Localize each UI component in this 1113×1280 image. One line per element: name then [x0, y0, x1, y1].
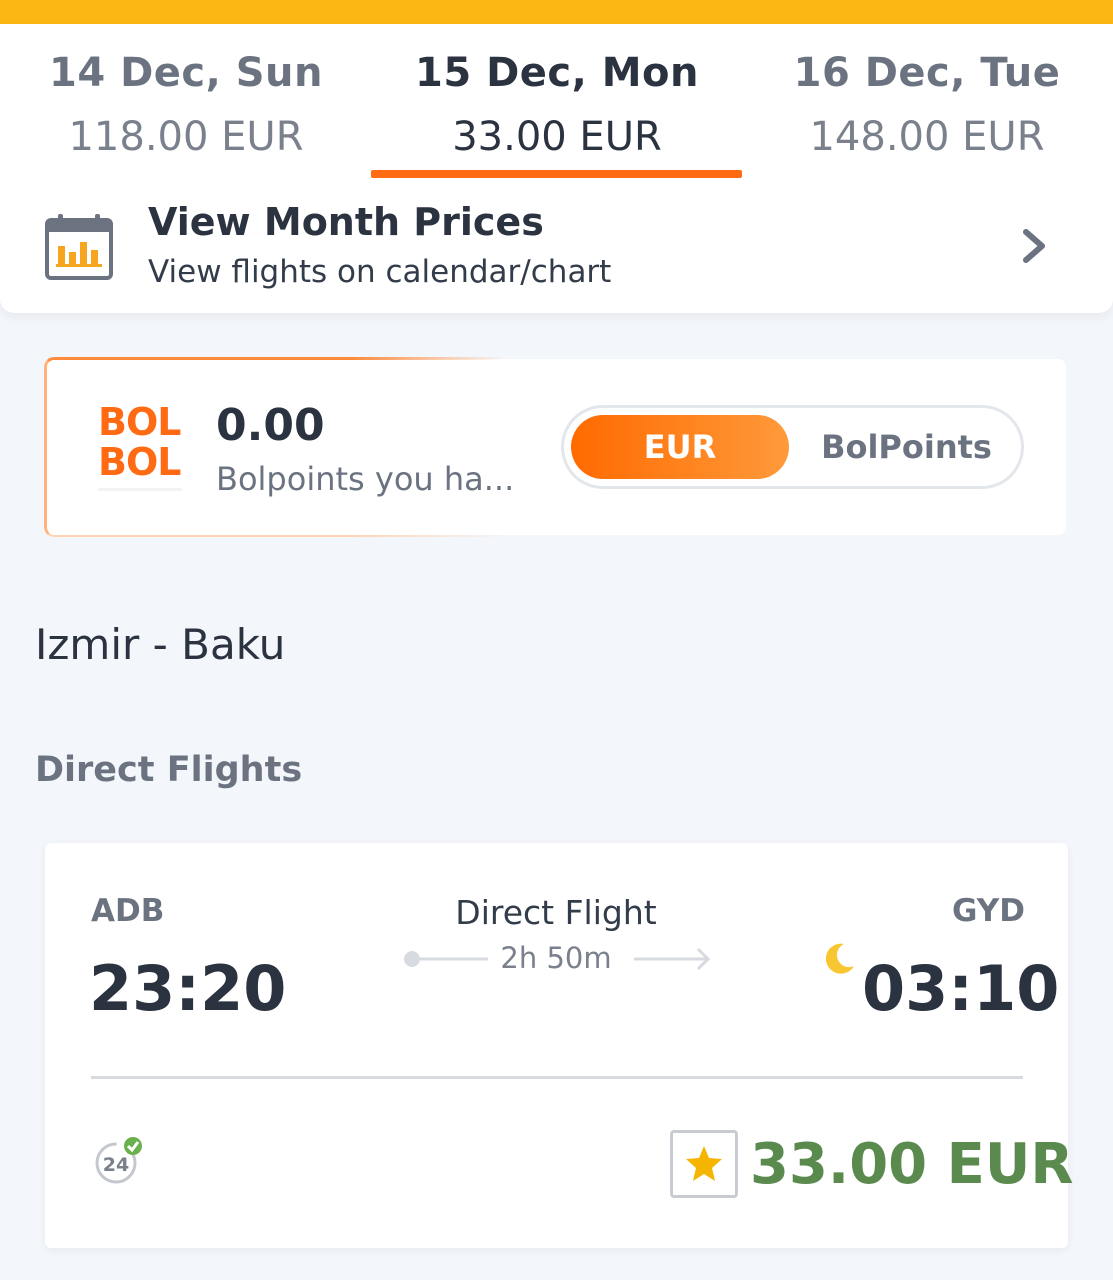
arrival-code: GYD [952, 893, 1025, 929]
departure-time: 23:20 [89, 952, 287, 1025]
favorite-button[interactable] [670, 1130, 738, 1198]
logo-line: BOL [98, 400, 181, 444]
toggle-eur-button[interactable]: EUR [571, 415, 789, 479]
moon-icon [825, 943, 854, 974]
date-label: 15 Dec, Mon [414, 50, 699, 96]
svg-text:24: 24 [103, 1154, 129, 1176]
date-label: 14 Dec, Sun [48, 50, 323, 96]
date-header-card: 14 Dec, Sun 118.00 EUR 15 Dec, Mon 33.00… [0, 24, 1113, 313]
date-label: 16 Dec, Tue [793, 50, 1061, 96]
date-tab-next[interactable]: 16 Dec, Tue 148.00 EUR [741, 50, 1113, 160]
top-status-strip [0, 0, 1113, 24]
24h-support-icon: 24 [95, 1137, 142, 1184]
currency-toggle: EUR BolPoints [561, 405, 1024, 489]
departure-code: ADB [91, 893, 165, 929]
date-price: 148.00 EUR [809, 114, 1045, 160]
flight-price: 33.00 EUR [750, 1132, 1074, 1197]
logo-line: BOL [98, 440, 181, 484]
calendar-chart-icon [45, 214, 113, 280]
month-prices-title: View Month Prices [148, 200, 544, 244]
date-tab-selected[interactable]: 15 Dec, Mon 33.00 EUR [371, 50, 743, 160]
view-month-prices-row[interactable]: View Month Prices View flights on calend… [0, 194, 1113, 313]
card-divider [91, 1076, 1023, 1079]
selected-date-underline [371, 170, 742, 178]
date-price: 33.00 EUR [452, 114, 662, 160]
arrival-time: 03:10 [862, 952, 1060, 1025]
flight-duration: 2h 50m [500, 941, 612, 975]
section-title: Direct Flights [35, 750, 303, 790]
date-tab-prev[interactable]: 14 Dec, Sun 118.00 EUR [0, 50, 372, 160]
month-prices-subtitle: View flights on calendar/chart [148, 254, 612, 290]
bolbol-logo: BOL BOL [98, 402, 186, 498]
bolpoints-value: 0.00 [216, 400, 325, 451]
chevron-right-icon [1023, 229, 1045, 263]
star-icon [686, 1146, 722, 1181]
bolpoints-description: Bolpoints you ha... [216, 460, 515, 498]
flight-type-label: Direct Flight [455, 893, 657, 932]
route-title: Izmir - Baku [35, 620, 286, 669]
date-price: 118.00 EUR [68, 114, 304, 160]
toggle-bolpoints-button[interactable]: BolPoints [794, 415, 1019, 479]
